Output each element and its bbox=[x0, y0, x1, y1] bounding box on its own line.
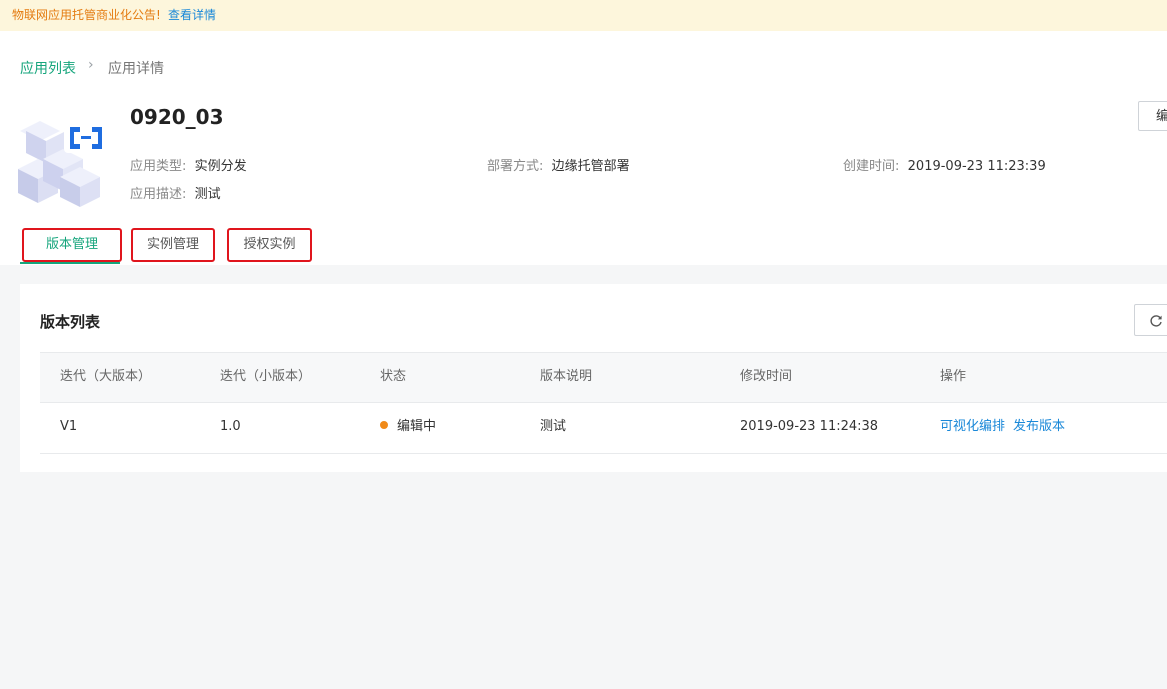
column-header-actions: 操作 bbox=[940, 369, 967, 384]
created-time-label: 创建时间: bbox=[843, 159, 900, 174]
version-list-title: 版本列表 bbox=[40, 313, 101, 331]
created-time-value: 2019-09-23 11:23:39 bbox=[907, 159, 1046, 174]
deploy-mode: 部署方式: 边缘托管部署 bbox=[487, 155, 630, 174]
app-type: 应用类型: 实例分发 bbox=[130, 155, 247, 174]
deploy-mode-label: 部署方式: bbox=[487, 159, 544, 174]
visual-orchestration-link[interactable]: 可视化编排 bbox=[940, 419, 1005, 434]
publish-version-link[interactable]: 发布版本 bbox=[1013, 419, 1065, 434]
app-description-value: 测试 bbox=[194, 187, 221, 202]
status-dot-icon bbox=[380, 421, 388, 429]
column-header-status: 状态 bbox=[380, 369, 407, 384]
active-tab-indicator bbox=[20, 262, 120, 264]
cell-minor: 1.0 bbox=[220, 419, 241, 434]
breadcrumb-root[interactable]: 应用列表 bbox=[20, 58, 76, 78]
app-type-label: 应用类型: bbox=[130, 159, 187, 174]
refresh-button[interactable] bbox=[1134, 304, 1167, 336]
tab-version-management[interactable]: 版本管理 bbox=[22, 228, 122, 262]
notice-link[interactable]: 查看详情 bbox=[168, 0, 216, 30]
notice-bar: 物联网应用托管商业化公告! 查看详情 bbox=[0, 0, 1167, 31]
deploy-mode-value: 边缘托管部署 bbox=[551, 159, 630, 174]
app-type-value: 实例分发 bbox=[194, 159, 247, 174]
cell-major: V1 bbox=[60, 419, 78, 434]
edit-button[interactable]: 编 bbox=[1138, 101, 1167, 131]
column-header-major: 迭代（大版本） bbox=[60, 369, 152, 384]
created-time: 创建时间: 2019-09-23 11:23:39 bbox=[843, 155, 1046, 174]
app-description-label: 应用描述: bbox=[130, 187, 187, 202]
cell-status: 编辑中 bbox=[380, 403, 436, 453]
breadcrumb-current: 应用详情 bbox=[108, 61, 164, 77]
version-list-card: 版本列表 迭代（大版本） 迭代（小版本） 状态 版本说明 修改时间 操作 V1 … bbox=[20, 284, 1167, 472]
notice-text: 物联网应用托管商业化公告! bbox=[12, 8, 161, 22]
breadcrumb-separator: › bbox=[88, 57, 94, 73]
status-text: 编辑中 bbox=[397, 419, 437, 434]
cell-modified: 2019-09-23 11:24:38 bbox=[740, 419, 879, 434]
column-header-minor: 迭代（小版本） bbox=[220, 369, 312, 384]
cell-description: 测试 bbox=[540, 419, 567, 434]
app-description: 应用描述: 测试 bbox=[130, 183, 221, 202]
table-row: V1 1.0 编辑中 测试 2019-09-23 11:24:38 可视化编排发… bbox=[40, 402, 1167, 454]
app-cube-icon bbox=[18, 121, 108, 207]
refresh-icon bbox=[1150, 315, 1162, 327]
app-header: 应用列表 › 应用详情 0920_03 应用类型: 实例分发 部署方式: 边缘托… bbox=[0, 31, 1167, 265]
table-header: 迭代（大版本） 迭代（小版本） 状态 版本说明 修改时间 操作 bbox=[40, 352, 1167, 403]
column-header-modified: 修改时间 bbox=[740, 369, 793, 384]
tab-authorized-instances[interactable]: 授权实例 bbox=[227, 228, 312, 262]
cell-actions: 可视化编排 发布版本 bbox=[940, 403, 1073, 453]
app-name: 0920_03 bbox=[130, 105, 224, 129]
tab-instance-management[interactable]: 实例管理 bbox=[131, 228, 215, 262]
column-header-description: 版本说明 bbox=[540, 369, 593, 384]
